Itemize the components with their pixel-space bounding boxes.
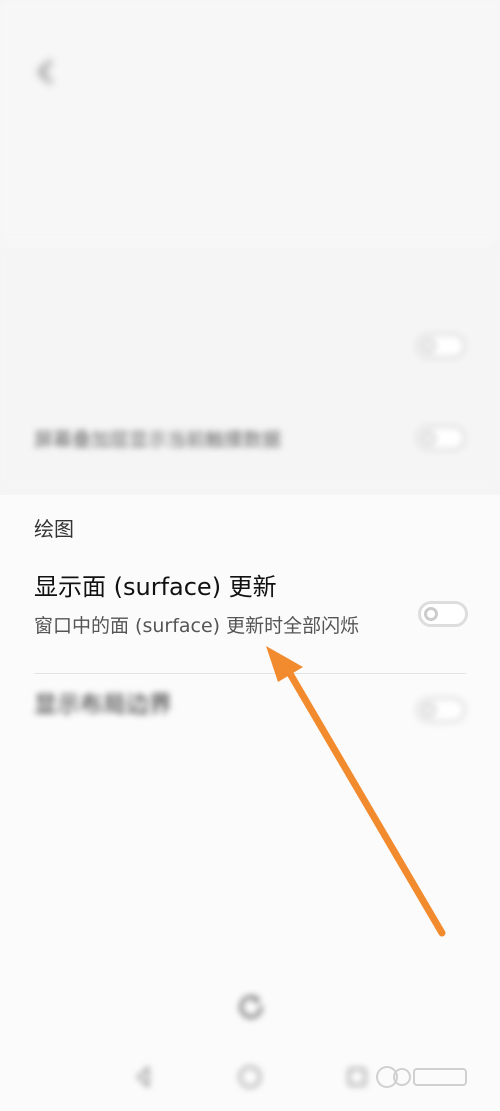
circle-home-icon[interactable]: [235, 1062, 265, 1092]
pointer-location-row[interactable]: 屏幕叠加层显示当前触摸数据: [34, 407, 474, 452]
blurred-input-region: 屏幕叠加层显示当前触摸数据: [0, 245, 500, 487]
toggle-switch-a[interactable]: [416, 333, 466, 359]
square-recent-icon[interactable]: [342, 1062, 372, 1092]
surface-updates-description: 窗口中的面 (surface) 更新时全部闪烁: [34, 615, 360, 637]
status-bar: [0, 0, 500, 36]
back-arrow-icon[interactable]: [30, 56, 62, 88]
layout-bounds-row[interactable]: 显示布局边界: [34, 685, 466, 723]
layout-bounds-title: 显示布局边界: [34, 692, 172, 718]
title-bar: [0, 46, 500, 102]
watermark-logo: [376, 1066, 467, 1088]
pointer-location-subtitle: 屏幕叠加层显示当前触摸数据: [34, 429, 282, 451]
refresh-icon[interactable]: [234, 990, 268, 1024]
section-title-drawing: 绘图: [34, 517, 74, 541]
layout-bounds-toggle[interactable]: [416, 697, 466, 723]
surface-updates-toggle[interactable]: [418, 601, 468, 627]
blurred-top-region: [0, 0, 500, 245]
refresh-area: [0, 980, 500, 1050]
toggle-switch-b[interactable]: [416, 425, 466, 451]
avrcp-setting-row[interactable]: [34, 158, 474, 228]
surface-updates-title: 显示面 (surface) 更新: [34, 573, 277, 601]
triangle-back-icon[interactable]: [128, 1062, 158, 1092]
surface-updates-row[interactable]: 显示面 (surface) 更新 窗口中的面 (surface) 更新时全部闪烁: [34, 567, 468, 674]
input-row-a[interactable]: [34, 315, 474, 359]
